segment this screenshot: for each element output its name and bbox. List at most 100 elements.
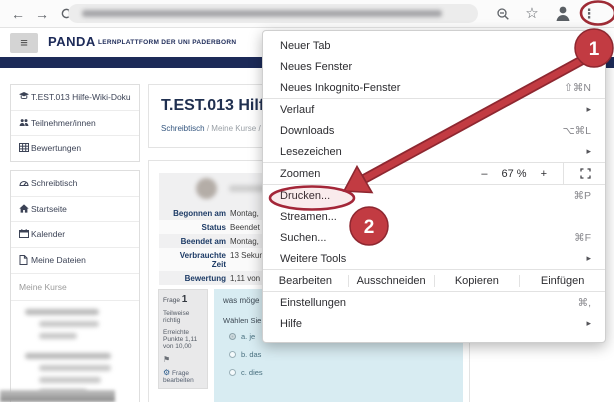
cut-button[interactable]: Ausschneiden (349, 275, 435, 287)
address-bar[interactable] (68, 4, 478, 23)
sidebar-item-dashboard[interactable]: Schreibtisch (11, 171, 139, 197)
blurred-course-entry (39, 333, 77, 339)
browser-toolbar: ← → ☆ ⋮ (0, 0, 614, 28)
edit-label: Bearbeiten (263, 275, 349, 287)
zoom-in-button[interactable]: + (541, 168, 547, 180)
menu-item-new-tab[interactable]: Neuer Tab (263, 35, 605, 56)
sidebar-item-label: Schreibtisch (31, 178, 77, 189)
zoom-level-value: 67 % (501, 168, 526, 180)
radio-icon[interactable] (229, 351, 236, 358)
answer-option-label: a. je (241, 332, 255, 341)
brand-subtitle: LERNPLATTFORM DER UNI PADERBORN (98, 39, 236, 46)
answer-option-label: b. das (241, 350, 261, 359)
menu-item-label: Neues Fenster (280, 61, 591, 73)
menu-item-downloads[interactable]: Downloads⌥⌘L (263, 120, 605, 141)
menu-item-cast[interactable]: Streamen... (263, 206, 605, 227)
row-label: Beendet am (166, 234, 226, 248)
menu-item-help[interactable]: Hilfe▸ (263, 313, 605, 334)
radio-icon[interactable] (229, 369, 236, 376)
breadcrumb-link-dashboard[interactable]: Schreibtisch (161, 124, 205, 133)
menu-item-new-incognito[interactable]: Neues Inkognito-Fenster⇧⌘N (263, 77, 605, 98)
menu-item-print[interactable]: Drucken...⌘P (263, 185, 605, 206)
menu-shortcut: ⌘P (573, 190, 591, 202)
screenshot-root: ← → ☆ ⋮ ≡ PANDA LERNPLATTFORM DER UNI PA… (0, 0, 614, 402)
breadcrumb-separator: / (207, 124, 209, 133)
row-value: 1,11 von (230, 271, 260, 285)
zoom-out-icon[interactable] (493, 6, 513, 26)
blurred-avatar (196, 178, 217, 199)
menu-item-label: Suchen... (280, 232, 574, 244)
question-state: Teilweise richtig (163, 310, 203, 324)
sidebar-item-label: T.EST.013 Hilfe-Wiki-Doku (31, 92, 131, 103)
sidebar-item-home[interactable]: Startseite (11, 197, 139, 223)
blurred-footer-band (0, 390, 115, 402)
sidebar-item-grades[interactable]: Bewertungen (11, 136, 139, 161)
profile-avatar-icon[interactable] (553, 3, 573, 23)
zoom-out-button[interactable]: – (481, 168, 487, 180)
graduation-cap-icon (19, 92, 31, 101)
brand-logo[interactable]: PANDA (48, 34, 96, 49)
blurred-course-entry (39, 365, 111, 371)
blurred-course-entry (39, 377, 101, 383)
answer-option[interactable]: c. dies (223, 368, 454, 377)
sidebar-section-my-courses: Meine Kurse (11, 274, 139, 301)
sidebar-item-calendar[interactable]: Kalender (11, 222, 139, 248)
blurred-url (82, 10, 442, 17)
edit-question-link[interactable]: ⚙ Frage bearbeiten (163, 368, 203, 384)
sidebar-item-label: Teilnehmer/innen (31, 118, 96, 129)
blurred-course-list (11, 301, 139, 402)
menu-item-label: Neuer Tab (280, 40, 591, 52)
menu-item-label: Neues Inkognito-Fenster (280, 82, 564, 94)
menu-item-bookmarks[interactable]: Lesezeichen▸ (263, 141, 605, 162)
blurred-course-entry (39, 321, 99, 327)
sidebar-item-label: Bewertungen (31, 143, 81, 154)
menu-shortcut: ⌘, (578, 297, 591, 309)
course-nav-card: T.EST.013 Hilfe-Wiki-Doku Teilnehmer/inn… (10, 84, 140, 162)
menu-shortcut: ⌥⌘L (563, 125, 591, 137)
row-value: Montag, (230, 206, 259, 220)
browser-menu-dots-icon[interactable]: ⋮ (579, 4, 599, 24)
back-icon[interactable]: ← (8, 4, 28, 24)
row-value: Beendet (230, 220, 260, 234)
breadcrumb-item-courses[interactable]: Meine Kurse (211, 124, 256, 133)
menu-item-label: Lesezeichen (280, 146, 586, 158)
menu-item-history[interactable]: Verlauf▸ (263, 99, 605, 120)
forward-icon[interactable]: → (32, 4, 52, 24)
answer-option[interactable]: b. das (223, 350, 454, 359)
menu-item-more-tools[interactable]: Weitere Tools▸ (263, 248, 605, 269)
flag-icon[interactable]: ⚑ (163, 355, 203, 364)
users-icon (19, 118, 31, 127)
blurred-course-entry (25, 309, 99, 315)
menu-item-settings[interactable]: Einstellungen⌘, (263, 292, 605, 313)
browser-dropdown-menu: Neuer Tab Neues Fenster Neues Inkognito-… (262, 30, 606, 343)
submenu-arrow-icon: ▸ (586, 253, 591, 264)
question-number-label: Frage (163, 297, 180, 304)
submenu-arrow-icon: ▸ (586, 146, 591, 157)
row-value: Montag, (230, 234, 259, 248)
paste-button[interactable]: Einfügen (520, 275, 605, 287)
row-label: Status (166, 220, 226, 234)
bookmark-star-icon[interactable]: ☆ (522, 4, 542, 24)
row-label: Begonnen am (166, 206, 226, 220)
menu-item-find[interactable]: Suchen...⌘F (263, 227, 605, 248)
question-info-box: Frage 1 Teilweise richtig Erreichte Punk… (158, 289, 208, 389)
menu-shortcut: ⌘F (574, 232, 591, 244)
dashboard-gauge-icon (19, 178, 31, 187)
hamburger-menu-icon[interactable]: ≡ (10, 33, 38, 53)
sidebar-item-course[interactable]: T.EST.013 Hilfe-Wiki-Doku (11, 85, 139, 111)
sidebar-item-my-files[interactable]: Meine Dateien (11, 248, 139, 274)
home-icon (19, 204, 31, 213)
menu-item-new-window[interactable]: Neues Fenster (263, 56, 605, 77)
submenu-arrow-icon: ▸ (586, 104, 591, 115)
answer-option-label: c. dies (241, 368, 263, 377)
question-number: 1 (182, 294, 188, 305)
radio-selected-icon[interactable] (229, 333, 236, 340)
sidebar-item-participants[interactable]: Teilnehmer/innen (11, 111, 139, 137)
row-label: Verbrauchte Zeit (166, 248, 226, 271)
menu-item-label: Streamen... (280, 211, 591, 223)
fullscreen-icon[interactable] (563, 163, 591, 184)
menu-item-zoom: Zoomen – 67 % + (263, 163, 605, 184)
copy-button[interactable]: Kopieren (435, 275, 521, 287)
sidebar-item-label: Kalender (31, 229, 65, 240)
menu-item-label: Downloads (280, 125, 563, 137)
